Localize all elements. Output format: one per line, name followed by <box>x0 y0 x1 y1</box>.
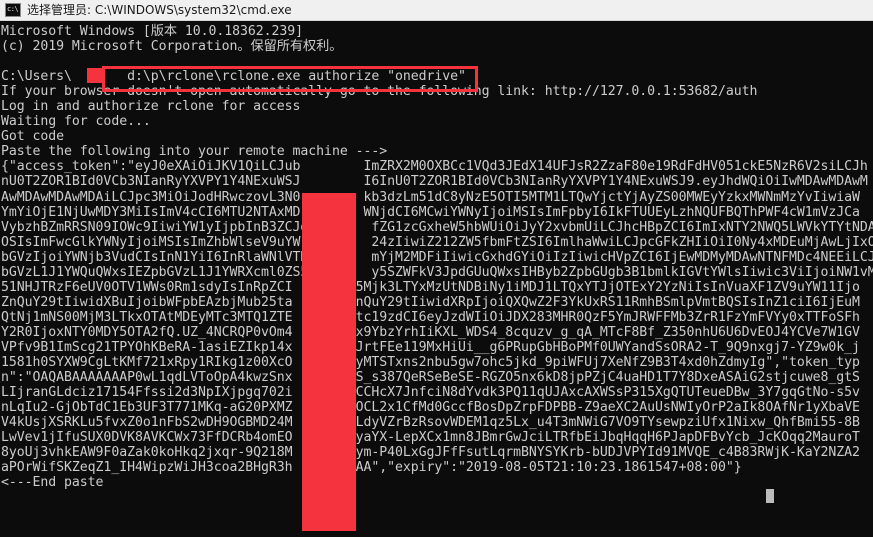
red-rectangle-around-command <box>102 66 478 92</box>
cmd-console-window: 选择管理员: C:\WINDOWS\system32\cmd.exe Micro… <box>0 0 873 537</box>
cmd-console-icon <box>5 3 21 17</box>
red-block-over-username <box>87 68 104 83</box>
window-title-bar[interactable]: 选择管理员: C:\WINDOWS\system32\cmd.exe <box>0 0 873 21</box>
red-block-over-token <box>302 193 356 531</box>
console-text: Microsoft Windows [版本 10.0.18362.239] (c… <box>1 24 873 491</box>
text-cursor-block <box>766 489 774 503</box>
console-output-area[interactable]: Microsoft Windows [版本 10.0.18362.239] (c… <box>0 21 873 537</box>
window-title-text: 选择管理员: C:\WINDOWS\system32\cmd.exe <box>27 2 292 17</box>
